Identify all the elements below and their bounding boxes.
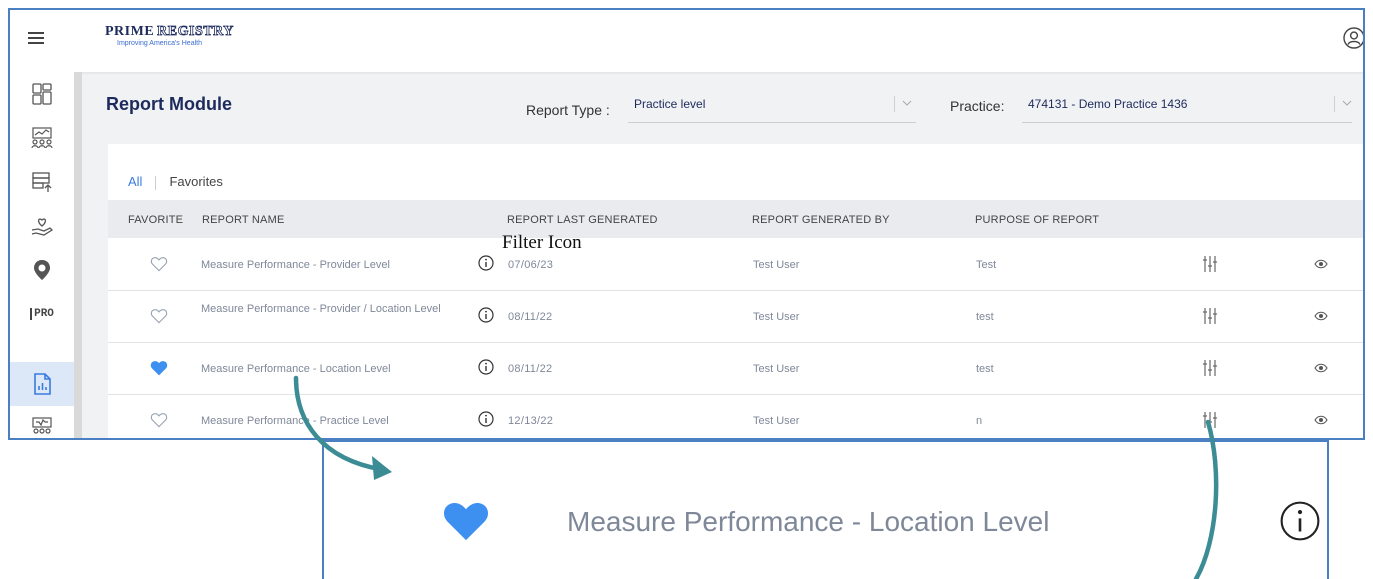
report-type-label: Report Type : (526, 102, 610, 118)
report-date: 08/11/22 (508, 311, 553, 323)
filter-icon-annotation: Filter Icon (502, 232, 582, 253)
chevron-down-icon[interactable] (902, 100, 912, 106)
tab-divider (155, 175, 157, 190)
heart-filled-icon (443, 502, 489, 541)
sidebar-item-team[interactable] (10, 406, 74, 438)
column-purpose: PURPOSE OF REPORT (975, 214, 1100, 226)
report-name[interactable]: Measure Performance - Provider / Locatio… (201, 303, 451, 316)
app-window: PRIME REGISTRY Improving America's Health (8, 8, 1365, 440)
main-content: Report Module Report Type : Practice lev… (82, 72, 1363, 438)
menu-icon[interactable] (28, 32, 44, 46)
location-pin-icon (34, 260, 50, 280)
eye-icon[interactable] (1314, 259, 1328, 269)
report-name[interactable]: Measure Performance - Practice Level (201, 415, 451, 428)
filter-sliders-icon[interactable] (1202, 307, 1218, 325)
report-generated-by: Test User (753, 259, 800, 271)
page-title: Report Module (106, 94, 232, 114)
info-icon[interactable] (478, 307, 494, 323)
report-type-value: Practice level (634, 97, 706, 111)
zoom-callout: Measure Performance - Location Level (322, 440, 1329, 579)
report-date: 07/06/23 (508, 259, 554, 271)
brand-registry: REGISTRY (157, 24, 234, 40)
pro-label: PRO (30, 308, 54, 320)
brand-name: PRIME (105, 24, 155, 39)
zoom-report-name: Measure Performance - Location Level (567, 506, 1050, 537)
column-report-name: REPORT NAME (202, 214, 285, 226)
select-separator (894, 96, 895, 112)
server-upload-icon (32, 172, 52, 192)
table-row[interactable]: Measure Performance - Provider / Locatio… (108, 290, 1363, 343)
report-purpose: Test (976, 259, 997, 271)
column-favorite: FAVORITE (128, 214, 184, 226)
report-chart-icon (34, 373, 51, 395)
sidebar-item-data-upload[interactable] (10, 160, 74, 204)
report-generated-by: Test User (753, 363, 800, 375)
info-icon[interactable] (478, 359, 494, 375)
eye-icon[interactable] (1314, 415, 1328, 425)
filter-sliders-icon[interactable] (1202, 359, 1218, 377)
top-bar: PRIME REGISTRY Improving America's Health (10, 10, 1365, 72)
chevron-down-icon[interactable] (1342, 100, 1352, 106)
table-row[interactable]: Measure Performance - Location Level 08/… (108, 342, 1363, 395)
info-icon[interactable] (478, 411, 494, 427)
heart-outline-icon[interactable] (150, 308, 168, 324)
column-last-generated: REPORT LAST GENERATED (507, 214, 658, 226)
heart-hand-icon (31, 218, 54, 236)
report-name[interactable]: Measure Performance - Location Level (201, 363, 451, 376)
report-tabs: All Favorites (128, 174, 223, 190)
brand-tagline: Improving America's Health (117, 40, 202, 47)
tab-favorites[interactable]: Favorites (169, 174, 222, 189)
user-profile-icon[interactable] (1343, 27, 1365, 49)
eye-icon[interactable] (1314, 311, 1328, 321)
sidebar-item-location[interactable] (10, 248, 74, 292)
table-row[interactable]: Measure Performance - Practice Level 12/… (108, 394, 1363, 438)
brand-logo[interactable]: PRIME REGISTRY Improving America's Health (105, 24, 234, 47)
sidebar-item-reports[interactable] (10, 362, 74, 406)
dashboard-icon (32, 83, 52, 105)
report-table-card: All Favorites FAVORITE REPORT NAME REPORT… (108, 144, 1363, 438)
eye-icon[interactable] (1314, 363, 1328, 373)
select-separator (1334, 96, 1335, 112)
report-date: 12/13/22 (508, 415, 554, 427)
report-generated-by: Test User (753, 415, 800, 427)
info-icon[interactable] (478, 255, 494, 271)
report-name[interactable]: Measure Performance - Provider Level (201, 259, 451, 272)
report-purpose: n (976, 415, 983, 427)
heart-outline-icon[interactable] (150, 256, 168, 272)
sidebar-item-pro[interactable]: PRO (10, 292, 74, 336)
report-generated-by: Test User (753, 311, 800, 323)
filter-sliders-icon[interactable] (1202, 411, 1218, 429)
practice-value: 474131 - Demo Practice 1436 (1028, 97, 1188, 111)
table-header: FAVORITE REPORT NAME REPORT LAST GENERAT… (108, 200, 1363, 238)
people-group-icon (31, 127, 53, 149)
column-generated-by: REPORT GENERATED BY (752, 214, 890, 226)
sidebar: PRO (10, 72, 74, 438)
report-purpose: test (976, 363, 994, 375)
sidebar-item-care[interactable] (10, 204, 74, 248)
sidebar-item-population[interactable] (10, 116, 74, 160)
report-date: 08/11/22 (508, 363, 553, 375)
practice-label: Practice: (950, 98, 1005, 114)
team-icon (32, 417, 52, 434)
sidebar-divider (74, 72, 82, 438)
heart-filled-icon[interactable] (150, 360, 168, 376)
tab-all[interactable]: All (128, 174, 142, 189)
filter-sliders-icon[interactable] (1202, 255, 1218, 273)
report-purpose: test (976, 311, 994, 323)
info-icon (1280, 501, 1320, 541)
sidebar-item-dashboard[interactable] (10, 72, 74, 116)
table-row[interactable]: Measure Performance - Provider Level 07/… (108, 238, 1363, 291)
heart-outline-icon[interactable] (150, 412, 168, 428)
